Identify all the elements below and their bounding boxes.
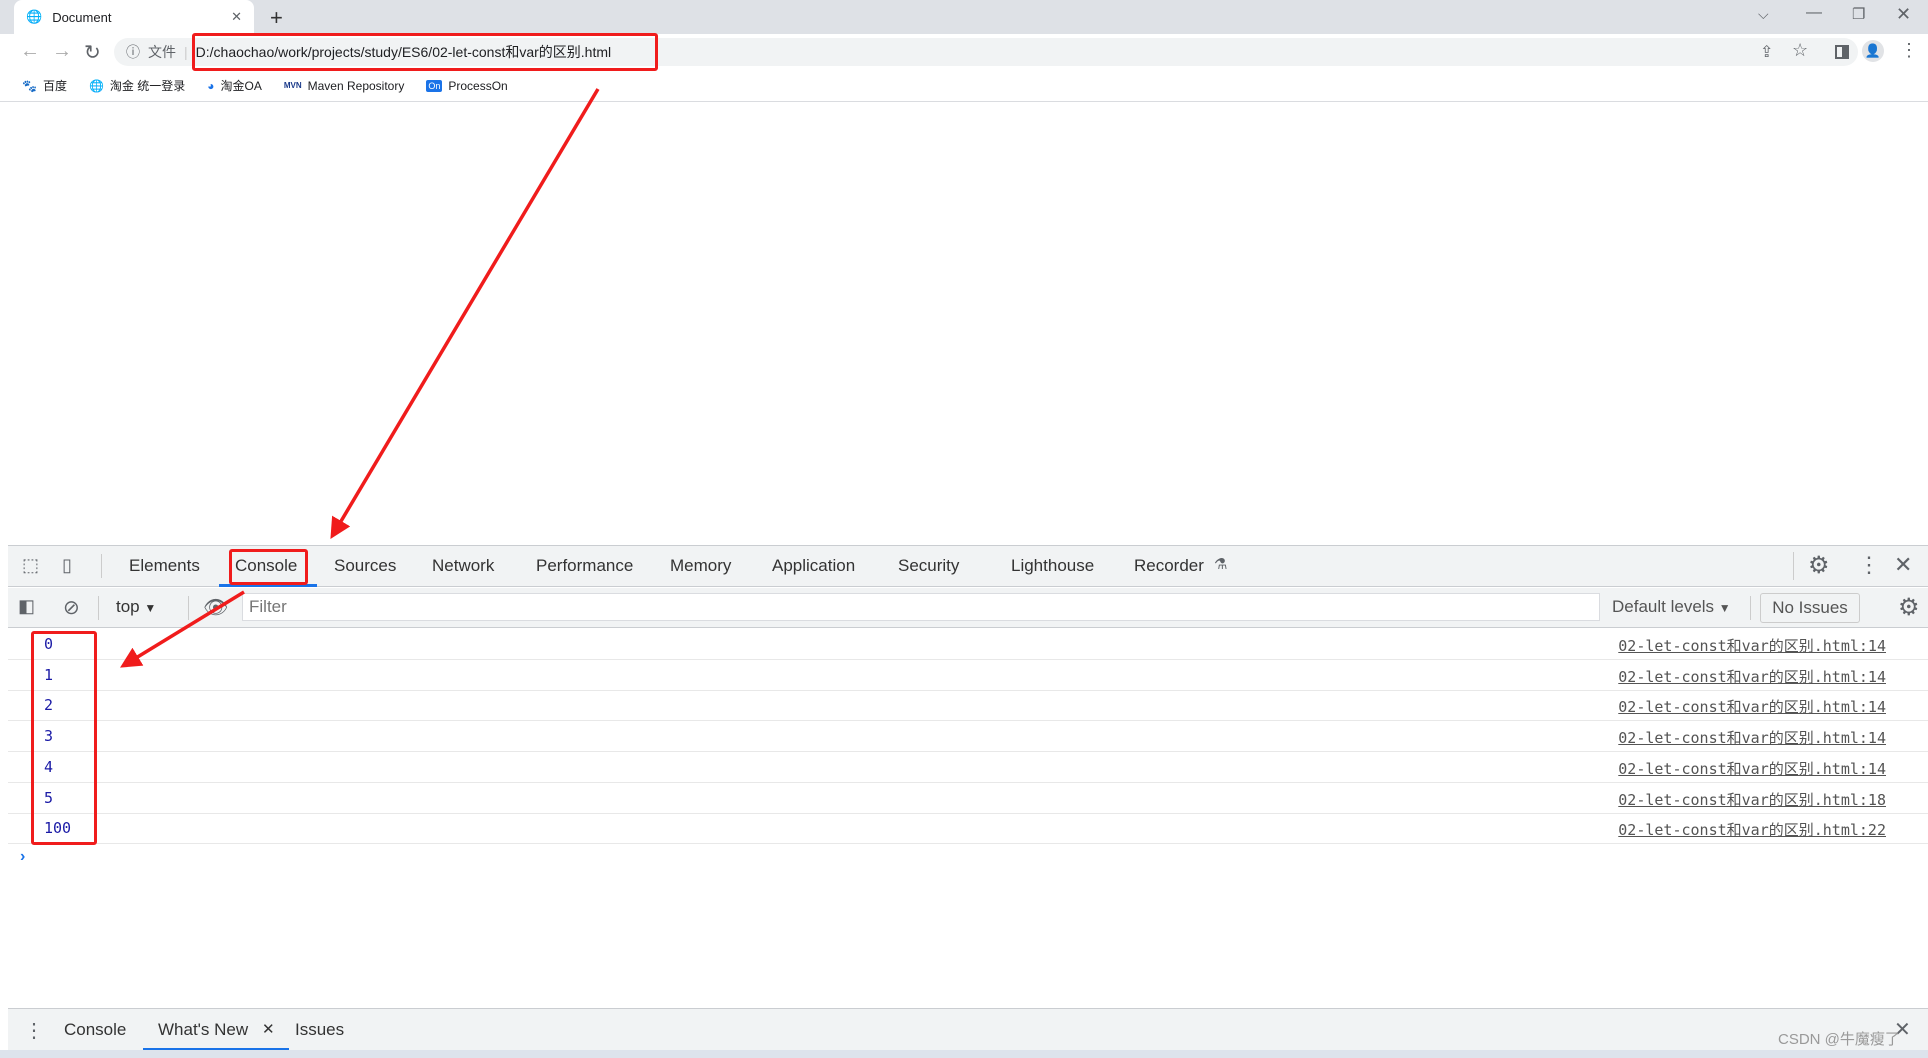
annotation-arrow-console-to-values <box>120 590 245 668</box>
annotation-arrow-url-to-console <box>330 88 600 540</box>
annotation-arrows <box>120 88 600 668</box>
